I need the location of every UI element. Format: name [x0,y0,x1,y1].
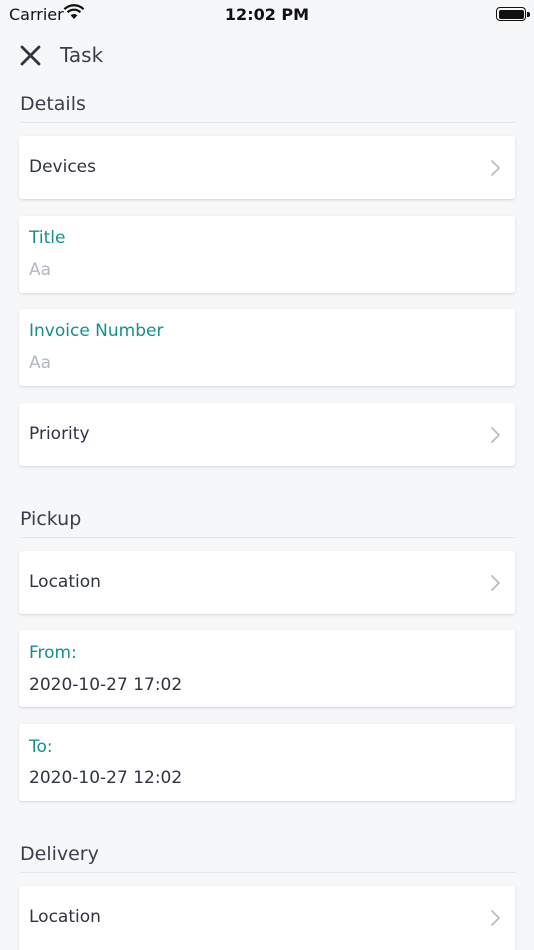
title-input-placeholder[interactable]: Aa [29,260,51,280]
invoice-number-field[interactable]: Invoice Number Aa [19,309,515,386]
invoice-number-input-placeholder[interactable]: Aa [29,353,51,373]
page-title: Task [60,43,104,67]
battery-icon [496,7,530,21]
pickup-to-value[interactable]: 2020-10-27 12:02 [29,768,182,788]
title-field[interactable]: Title Aa [19,216,515,293]
clock: 12:02 PM [224,5,310,24]
invoice-number-label: Invoice Number [29,321,164,341]
section-divider [20,872,516,873]
chevron-right-icon [491,160,500,176]
section-title-pickup: Pickup [20,508,82,530]
chevron-right-icon [491,575,500,591]
pickup-from-value[interactable]: 2020-10-27 17:02 [29,675,182,695]
chevron-right-icon [491,910,500,926]
devices-row[interactable]: Devices [19,136,515,199]
section-title-delivery: Delivery [20,843,99,865]
delivery-location-label: Location [29,907,101,927]
section-divider [20,537,516,538]
status-bar: Carrier 12:02 PM [0,0,534,30]
task-screen: Carrier 12:02 PM Task Details Devices Ti… [0,0,534,950]
close-icon[interactable] [14,39,48,73]
devices-label: Devices [29,157,96,177]
pickup-location-row[interactable]: Location [19,551,515,614]
pickup-from-label: From: [29,643,77,663]
priority-label: Priority [29,424,90,444]
pickup-from-field[interactable]: From: 2020-10-27 17:02 [19,630,515,707]
section-divider [20,122,516,123]
priority-row[interactable]: Priority [19,403,515,466]
pickup-to-label: To: [29,737,53,757]
pickup-location-label: Location [29,572,101,592]
title-field-label: Title [29,228,66,248]
nav-bar: Task [0,35,534,75]
chevron-right-icon [491,427,500,443]
delivery-location-row[interactable]: Location [19,886,515,950]
pickup-to-field[interactable]: To: 2020-10-27 12:02 [19,724,515,801]
section-title-details: Details [20,93,86,115]
